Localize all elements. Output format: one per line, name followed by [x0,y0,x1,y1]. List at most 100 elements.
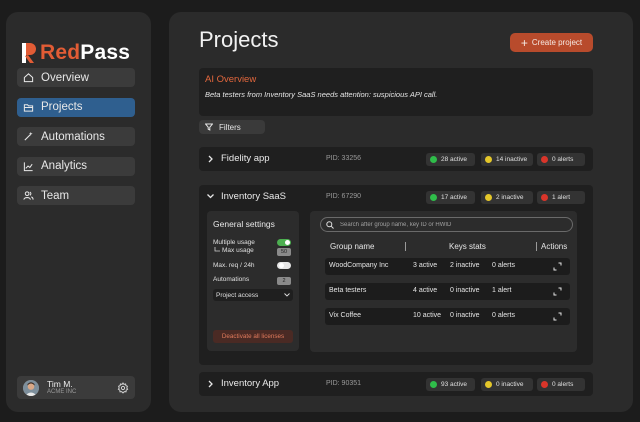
sidebar-item-projects[interactable]: Projects [17,97,135,117]
inactive-count: 2 inactive [450,262,480,269]
inactive-count: 0 inactive [450,312,480,319]
inactive-count: 0 inactive [496,381,524,388]
active-count: 4 active [413,287,438,294]
status-dot-alert [541,156,548,163]
automations-label: Automations [213,276,250,283]
table-row[interactable]: Vix Coffee 10 active 0 inactive 0 alerts [325,308,570,325]
sidebar-item-label: Team [41,189,70,202]
status-dot-inactive [485,381,492,388]
group-name-cell: Vix Coffee [329,312,362,319]
folder-icon [23,103,34,112]
avatar [23,379,39,396]
filters-button[interactable]: Filters [199,120,265,134]
group-search-bar[interactable] [320,217,573,232]
expand-icon [553,262,561,271]
status-dot-active [430,381,437,388]
column-divider [405,242,406,251]
inactive-count: 0 inactive [450,287,480,294]
sidebar-item-team[interactable]: Team [17,186,135,205]
create-project-label: Create project [531,38,583,47]
project-pid: PID: 67290 [326,193,362,200]
toggle-knob [279,263,284,268]
active-count: 17 active [441,194,468,201]
alerts-badge: 0 alerts [537,153,585,166]
column-header-actions: Actions [541,242,568,251]
alerts-count: 1 alert [492,287,512,294]
alerts-count: 0 alerts [492,262,515,269]
sub-item-arrow-icon [214,247,220,252]
sidebar-item-automations[interactable]: Automations [17,127,135,146]
chevron-right-icon[interactable] [207,379,214,389]
logo-mark-icon [22,43,36,63]
project-name: Inventory SaaS [221,191,286,202]
project-pid: PID: 90351 [326,380,362,387]
sidebar-nav: Overview Projects Automations Analytics … [17,68,135,216]
expand-button[interactable] [544,310,570,323]
ai-overview-panel: AI Overview Beta testers from Inventory … [199,68,593,116]
group-search-input[interactable] [340,221,560,228]
plus-icon: + [520,35,528,50]
ai-overview-message[interactable]: Beta testers from Inventory SaaS needs a… [205,90,587,99]
alerts-count: 0 alerts [552,381,574,388]
alerts-count: 1 alert [552,194,571,201]
chevron-right-icon[interactable] [207,154,214,164]
project-access-select[interactable]: Project access [213,289,293,301]
active-badge: 17 active [426,191,475,204]
inactive-count: 14 inactive [496,156,528,163]
active-count: 10 active [413,312,442,319]
expand-button[interactable] [544,260,570,273]
multiple-usage-label: Multiple usage [213,239,255,246]
alerts-badge: 0 alerts [537,378,585,391]
create-project-button[interactable]: + Create project [510,33,593,52]
group-name-cell: WoodCompany Inc [329,262,389,269]
sidebar-item-analytics[interactable]: Analytics [17,156,135,176]
chevron-down-icon[interactable] [206,193,215,200]
multiple-usage-toggle[interactable] [277,239,291,246]
inactive-count: 2 inactive [496,194,524,201]
project-name: Inventory App [221,378,280,389]
max-req-label: Max. req / 24h [213,262,255,269]
deactivate-licenses-button[interactable]: Deactivate all licenses [213,330,293,343]
main-panel: Projects + Create project AI Overview Be… [169,12,633,412]
table-row[interactable]: WoodCompany Inc 3 active 2 inactive 0 al… [325,258,570,275]
inactive-badge: 14 inactive [481,153,533,166]
sidebar: RedPass Overview Projects Automations An… [6,12,151,412]
expand-icon [553,287,561,296]
user-photo-icon [23,379,39,396]
project-row-inventory-app[interactable]: Inventory App PID: 90351 93 active 0 ina… [199,372,593,396]
automations-value[interactable]: 2 [277,277,291,285]
project-row-fidelity-app[interactable]: Fidelity app PID: 33256 28 active 14 ina… [199,147,593,171]
expand-icon [553,312,561,321]
project-row-inventory-saas[interactable]: Inventory SaaS PID: 67290 17 active 2 in… [199,185,593,209]
magic-wand-icon [24,131,33,141]
gear-icon[interactable] [117,381,129,394]
active-count: 93 active [441,381,468,388]
user-org: ACME INC [47,389,77,396]
alerts-count: 0 alerts [492,312,515,319]
toggle-knob [285,240,290,245]
column-header-group-name[interactable]: Group name [330,242,374,251]
max-req-toggle[interactable] [277,262,291,269]
sidebar-item-overview[interactable]: Overview [17,68,135,87]
max-usage-value[interactable]: 50 [277,248,291,256]
chevron-down-icon [284,293,290,297]
table-row[interactable]: Beta testers 4 active 0 inactive 1 alert [325,283,570,300]
project-pid: PID: 33256 [326,155,362,162]
alerts-badge: 1 alert [537,191,585,204]
sidebar-item-label: Projects [41,101,83,113]
page-title: Projects [199,27,279,52]
alerts-count: 0 alerts [552,156,574,163]
sidebar-item-label: Automations [41,130,105,143]
active-badge: 93 active [426,378,475,391]
group-name-cell: Beta testers [329,287,367,294]
groups-panel: Group name Keys stats Actions WoodCompan… [310,211,577,352]
status-dot-inactive [485,156,492,163]
general-settings-panel: General settings Multiple usage Max usag… [207,211,299,351]
column-header-keys-stats[interactable]: Keys stats [449,242,486,251]
brand-logo[interactable]: RedPass [22,41,130,65]
expand-button[interactable] [544,285,570,298]
user-card[interactable]: Tim M. ACME INC [17,376,135,399]
active-count: 3 active [413,262,438,269]
status-dot-alert [541,194,548,201]
max-usage-label: Max usage [222,247,254,254]
